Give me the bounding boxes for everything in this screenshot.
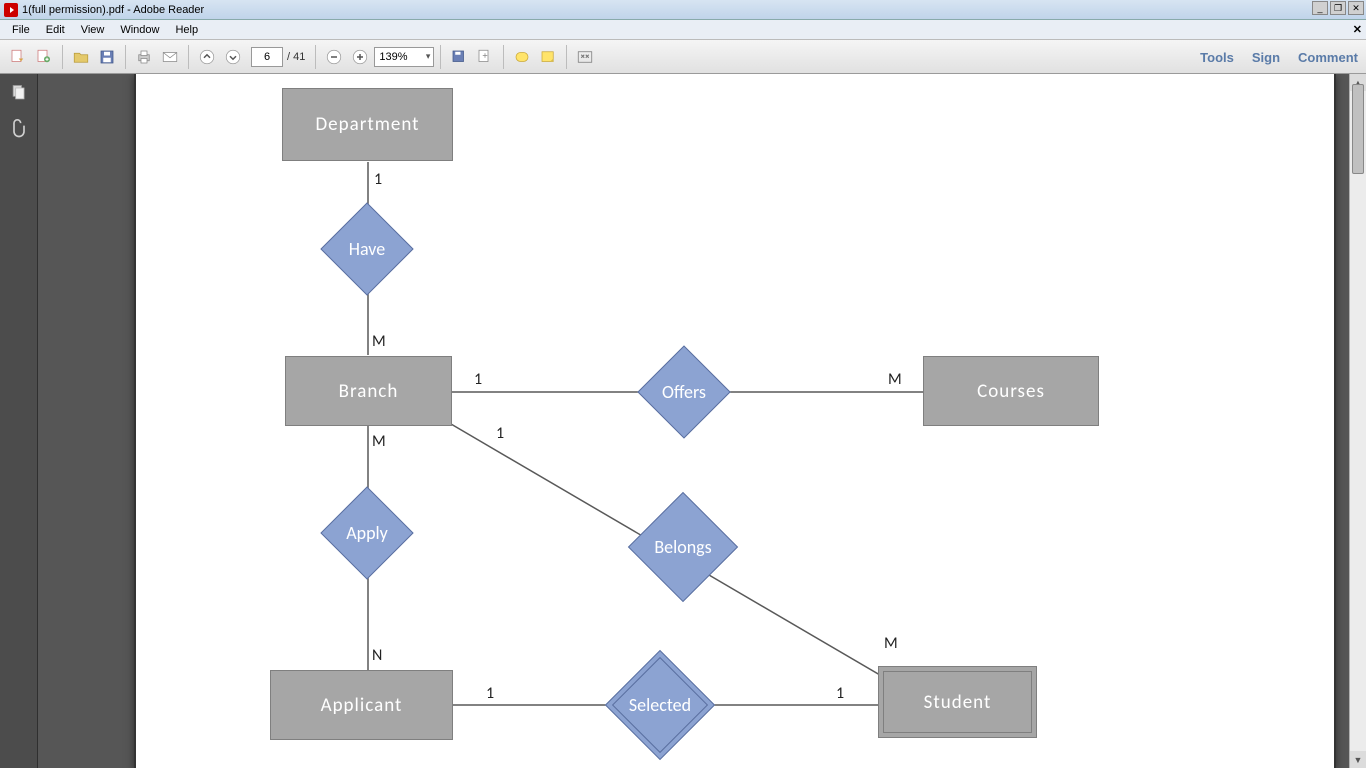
menu-edit[interactable]: Edit xyxy=(38,22,73,38)
entity-label: Branch xyxy=(339,380,399,403)
entity-applicant: Applicant xyxy=(270,670,453,740)
relation-have: Have xyxy=(334,216,400,282)
relation-label: Offers xyxy=(662,381,706,403)
entity-label: Student xyxy=(924,691,992,714)
relation-label: Belongs xyxy=(654,536,711,558)
attachments-icon[interactable] xyxy=(8,118,30,140)
cardinality-label: 1 xyxy=(474,370,482,389)
entity-student: Student xyxy=(878,666,1037,738)
relation-belongs: Belongs xyxy=(644,508,722,586)
document-close-icon[interactable]: ✕ xyxy=(1353,23,1362,36)
menu-file[interactable]: File xyxy=(4,22,38,38)
relation-selected: Selected xyxy=(621,666,699,744)
cardinality-label: M xyxy=(372,332,386,351)
toolbar-separator xyxy=(440,45,441,69)
cardinality-label: 1 xyxy=(496,424,504,443)
toolbar-separator xyxy=(125,45,126,69)
print-icon[interactable] xyxy=(132,45,156,69)
entity-label: Department xyxy=(315,113,419,136)
entity-branch: Branch xyxy=(285,356,452,426)
relation-label: Apply xyxy=(346,522,388,544)
pdf-icon xyxy=(4,3,18,17)
window-controls: _ ❐ ✕ xyxy=(1312,1,1364,15)
relation-offers: Offers xyxy=(651,359,717,425)
cardinality-label: M xyxy=(884,634,898,653)
entity-label: Applicant xyxy=(321,694,403,717)
zoom-value: 139% xyxy=(379,51,407,63)
toolbar: / 41 139% Tools Sign Comment xyxy=(0,40,1366,74)
cardinality-label: N xyxy=(372,646,382,665)
menu-window[interactable]: Window xyxy=(112,22,167,38)
sign-panel-button[interactable]: Sign xyxy=(1252,50,1280,65)
export-pdf-icon[interactable] xyxy=(6,45,30,69)
read-mode-icon[interactable] xyxy=(573,45,597,69)
menu-view[interactable]: View xyxy=(73,22,113,38)
sticky-note-icon[interactable] xyxy=(536,45,560,69)
entity-department: Department xyxy=(282,88,453,161)
document-viewport[interactable]: Department Branch Courses Applicant Stud… xyxy=(38,74,1366,768)
entity-label: Courses xyxy=(977,380,1045,403)
relation-apply: Apply xyxy=(334,500,400,566)
page-thumbnails-icon[interactable] xyxy=(8,82,30,104)
toolbar-separator xyxy=(188,45,189,69)
relation-label: Selected xyxy=(629,694,691,716)
toolbar-right-panel: Tools Sign Comment xyxy=(1200,40,1358,74)
cardinality-label: 1 xyxy=(486,684,494,703)
minimize-button[interactable]: _ xyxy=(1312,1,1328,15)
tools-panel-button[interactable]: Tools xyxy=(1200,50,1234,65)
close-button[interactable]: ✕ xyxy=(1348,1,1364,15)
highlight-icon[interactable] xyxy=(510,45,534,69)
vertical-scrollbar[interactable]: ▲ ▼ xyxy=(1349,74,1366,768)
pdf-page: Department Branch Courses Applicant Stud… xyxy=(134,74,1336,768)
cardinality-label: 1 xyxy=(836,684,844,703)
page-margin-right xyxy=(1334,74,1336,768)
cardinality-label: M xyxy=(372,432,386,451)
convert-icon[interactable] xyxy=(473,45,497,69)
scroll-down-icon[interactable]: ▼ xyxy=(1350,751,1366,768)
create-pdf-icon[interactable] xyxy=(32,45,56,69)
zoom-in-icon[interactable] xyxy=(348,45,372,69)
toolbar-separator xyxy=(503,45,504,69)
entity-courses: Courses xyxy=(923,356,1099,426)
page-number-box: / 41 xyxy=(251,47,305,67)
page-total-label: / 41 xyxy=(287,51,305,63)
page-up-icon[interactable] xyxy=(195,45,219,69)
email-icon[interactable] xyxy=(158,45,182,69)
cardinality-label: M xyxy=(888,370,902,389)
scrollbar-thumb[interactable] xyxy=(1352,84,1364,174)
page-down-icon[interactable] xyxy=(221,45,245,69)
zoom-out-icon[interactable] xyxy=(322,45,346,69)
comment-panel-button[interactable]: Comment xyxy=(1298,50,1358,65)
save-icon[interactable] xyxy=(95,45,119,69)
menu-help[interactable]: Help xyxy=(167,22,206,38)
toolbar-separator xyxy=(62,45,63,69)
cardinality-label: 1 xyxy=(374,170,382,189)
toolbar-separator xyxy=(315,45,316,69)
open-icon[interactable] xyxy=(69,45,93,69)
content-area: Department Branch Courses Applicant Stud… xyxy=(0,74,1366,768)
window-title: 1(full permission).pdf - Adobe Reader xyxy=(22,4,204,16)
title-bar: 1(full permission).pdf - Adobe Reader _ … xyxy=(0,0,1366,20)
save-copy-icon[interactable] xyxy=(447,45,471,69)
page-number-input[interactable] xyxy=(251,47,283,67)
page-margin-left xyxy=(134,74,136,768)
menu-bar: File Edit View Window Help ✕ xyxy=(0,20,1366,40)
navigation-pane xyxy=(0,74,38,768)
restore-button[interactable]: ❐ xyxy=(1330,1,1346,15)
zoom-combo[interactable]: 139% xyxy=(374,47,434,67)
relation-label: Have xyxy=(349,238,385,260)
toolbar-separator xyxy=(566,45,567,69)
